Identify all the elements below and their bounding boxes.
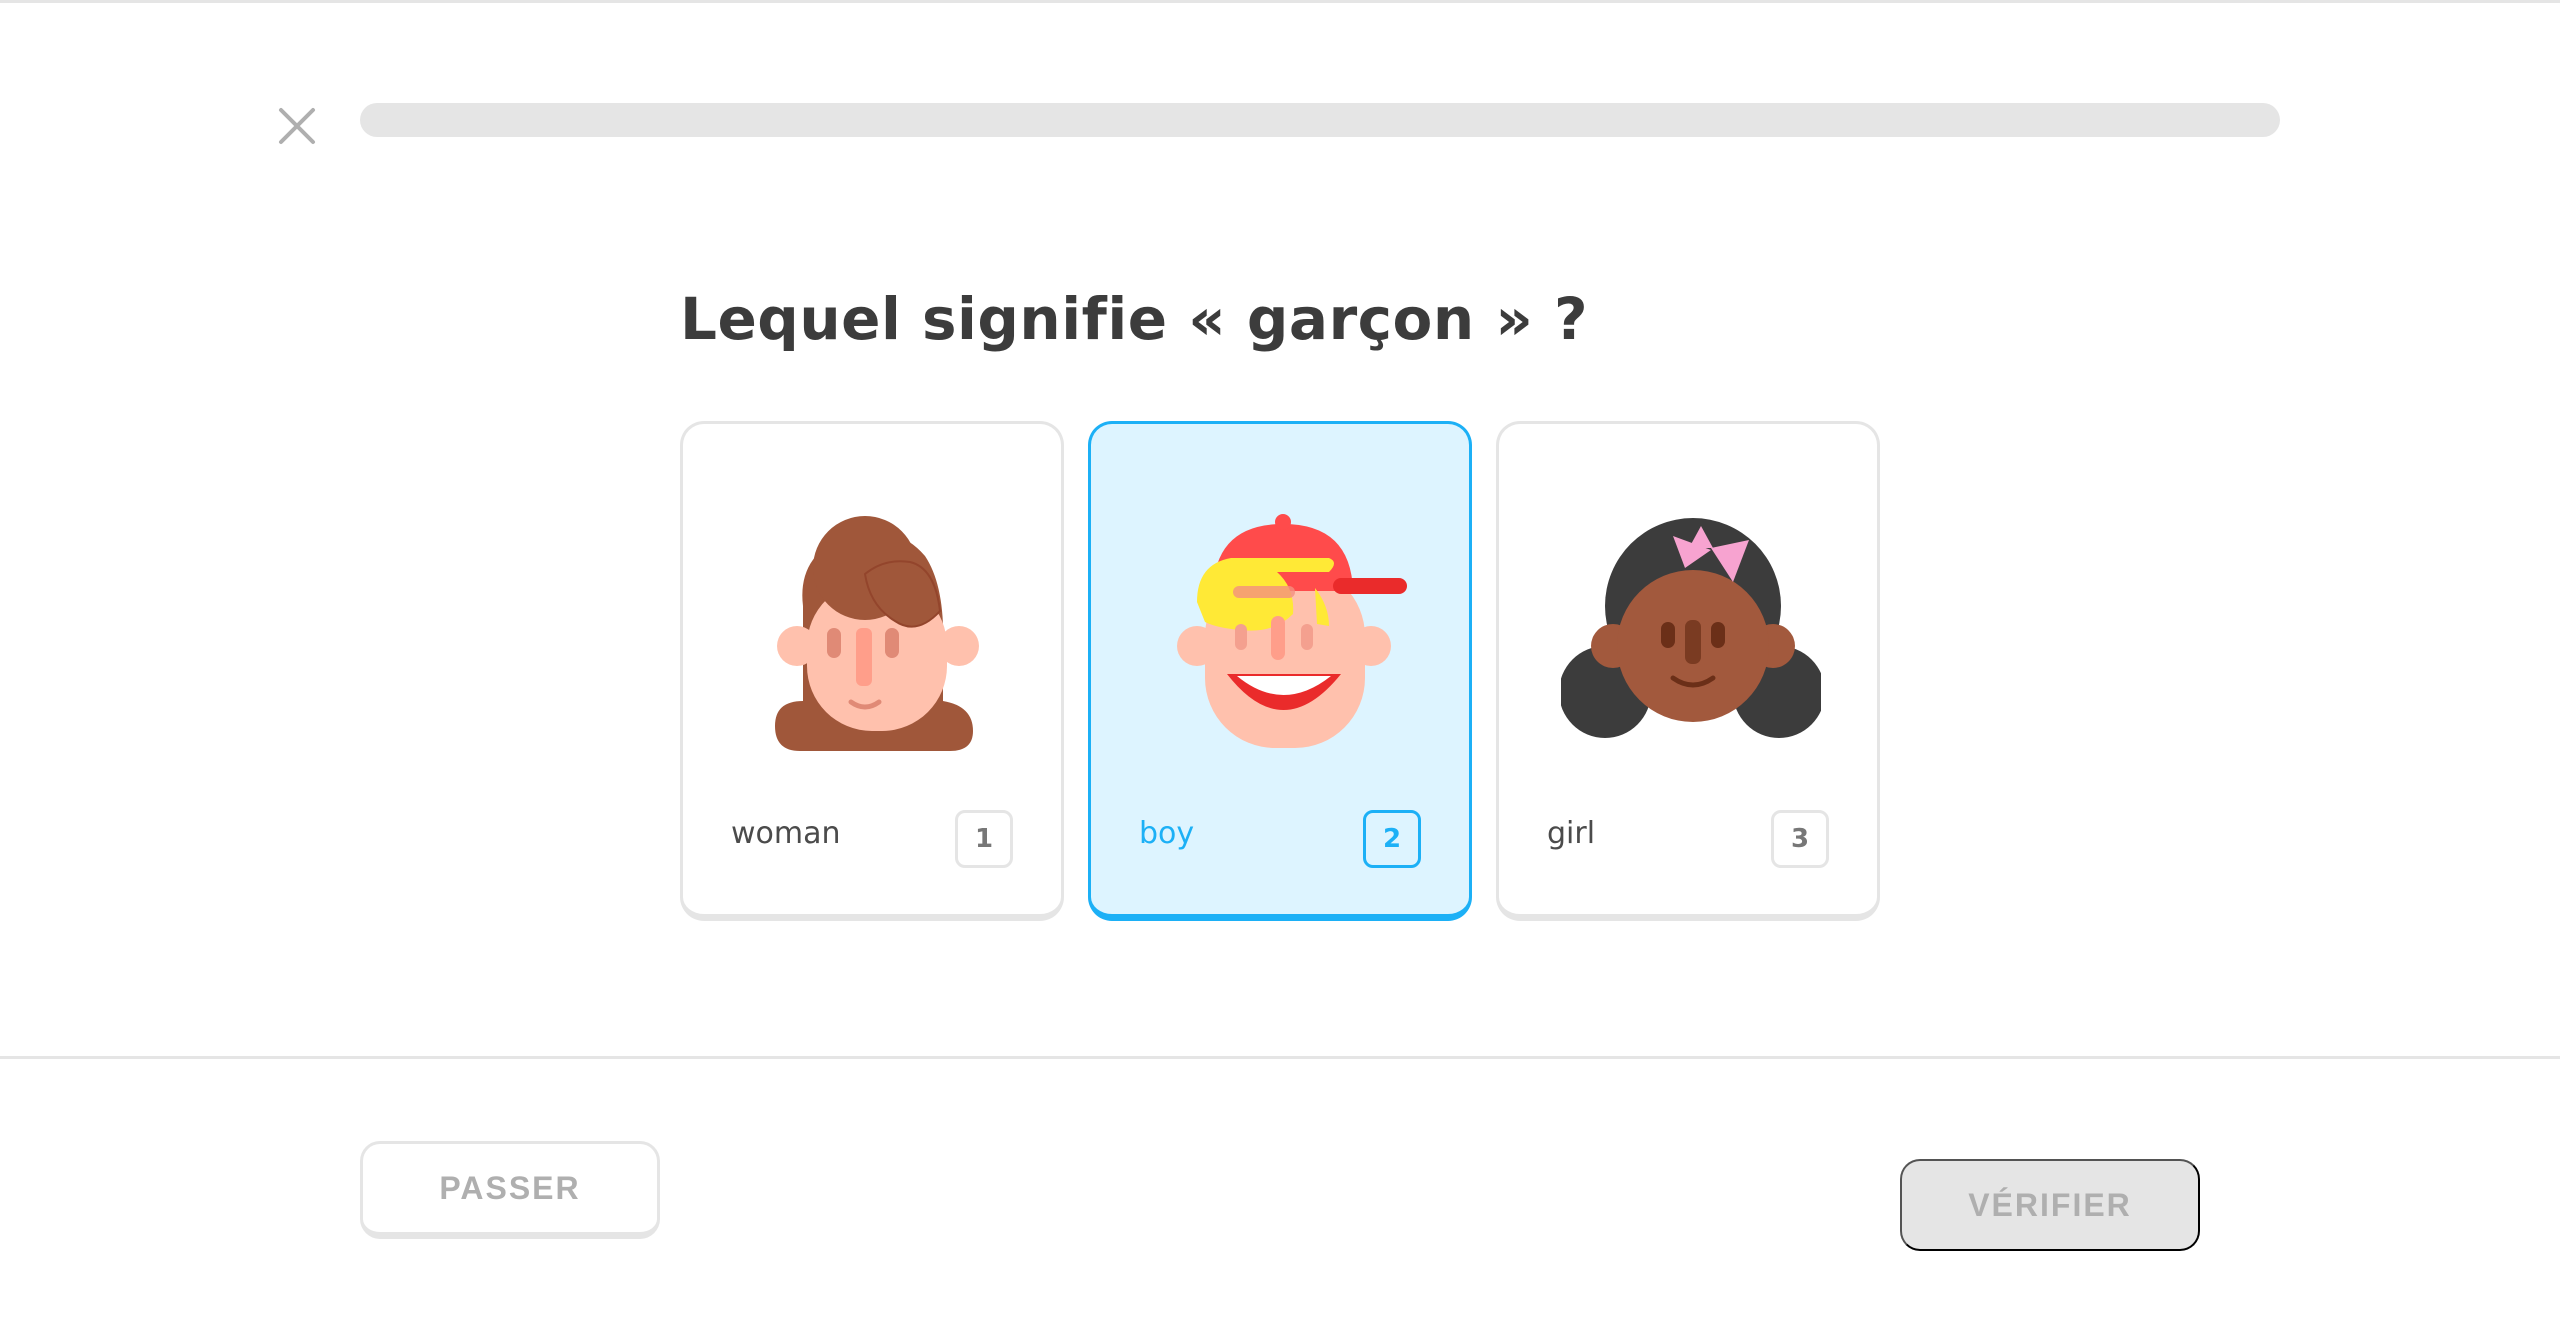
boy-face-icon <box>1177 514 1407 748</box>
choice-label: woman <box>731 816 841 851</box>
choice-cards: woman 1 boy 2 girl 3 <box>680 421 1880 921</box>
choice-key-badge: 2 <box>1363 810 1421 868</box>
girl-face-icon <box>1561 518 1821 738</box>
skip-button[interactable]: PASSER <box>360 1141 660 1239</box>
choice-label: girl <box>1547 816 1596 851</box>
check-button[interactable]: VÉRIFIER <box>1900 1159 2200 1251</box>
woman-face-icon <box>775 516 979 751</box>
close-button[interactable] <box>272 101 322 151</box>
question-title: Lequel signifie « garçon » ? <box>680 285 1589 353</box>
lesson-screen: Lequel signifie « garçon » ? woman 1 boy… <box>0 0 2560 1334</box>
footer-divider <box>0 1056 2560 1059</box>
choice-label: boy <box>1139 816 1195 851</box>
choice-key-badge: 1 <box>955 810 1013 868</box>
lesson-progress-bar <box>360 103 2280 137</box>
choice-card-woman[interactable]: woman 1 <box>680 421 1064 921</box>
choice-key-badge: 3 <box>1771 810 1829 868</box>
choice-card-girl[interactable]: girl 3 <box>1496 421 1880 921</box>
close-icon <box>279 108 315 144</box>
choice-card-boy[interactable]: boy 2 <box>1088 421 1472 921</box>
